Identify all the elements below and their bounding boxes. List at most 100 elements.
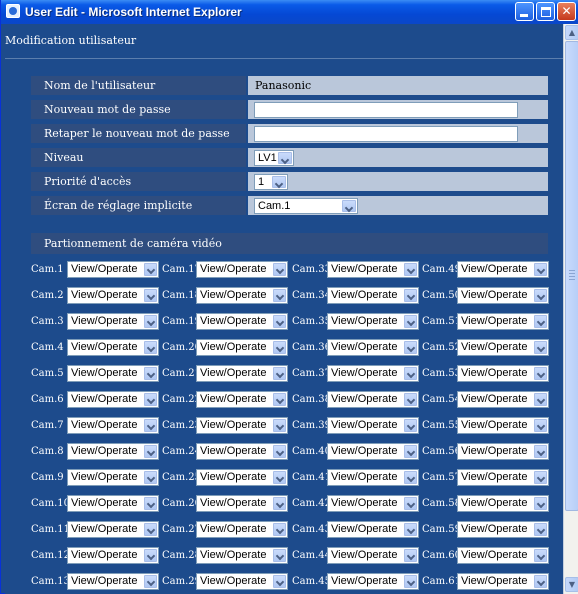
camera-permission-select[interactable]: View/Operate (196, 469, 288, 486)
camera-permission-select[interactable]: View/Operate (196, 547, 288, 564)
camera-label: Cam.61 (422, 576, 461, 587)
close-button[interactable]: ✕ (557, 2, 576, 21)
camera-label: Cam.38 (292, 394, 331, 405)
camera-permission-select[interactable]: View/Operate (67, 521, 159, 538)
camera-permission-select[interactable]: View/Operate (457, 495, 549, 512)
level-value-cell: LV1 (248, 148, 548, 167)
camera-permission-select[interactable]: View/Operate (196, 391, 288, 408)
chevron-down-icon (404, 497, 417, 510)
camera-permission-value: View/Operate (200, 549, 267, 561)
camera-permission-select[interactable]: View/Operate (196, 521, 288, 538)
new-password-row: Nouveau mot de passe (31, 100, 548, 119)
camera-label: Cam.55 (422, 420, 461, 431)
camera-row: Cam.12 View/Operate Cam.28 View/Operate Cam.… (31, 546, 551, 565)
camera-permission-select[interactable]: View/Operate (196, 495, 288, 512)
camera-row: Cam.5 View/Operate Cam.21 View/Operate Cam.3… (31, 364, 551, 383)
default-screen-label: Écran de réglage implicite (31, 196, 246, 215)
camera-permission-select[interactable]: View/Operate (327, 313, 419, 330)
camera-permission-select[interactable]: View/Operate (457, 573, 549, 590)
camera-permission-value: View/Operate (461, 263, 528, 275)
chevron-down-icon (404, 393, 417, 406)
camera-permission-select[interactable]: View/Operate (196, 287, 288, 304)
camera-permission-select[interactable]: View/Operate (67, 443, 159, 460)
camera-permission-select[interactable]: View/Operate (457, 391, 549, 408)
camera-permission-select[interactable]: View/Operate (196, 339, 288, 356)
camera-row: Cam.3 View/Operate Cam.19 View/Operate Cam.3… (31, 312, 551, 331)
retype-password-value-cell (248, 124, 548, 143)
camera-label: Cam.35 (292, 316, 331, 327)
camera-permission-select[interactable]: View/Operate (457, 339, 549, 356)
camera-label: Cam.12 (31, 550, 70, 561)
chevron-down-icon (273, 523, 286, 536)
camera-permission-select[interactable]: View/Operate (327, 391, 419, 408)
camera-permission-select[interactable]: View/Operate (457, 365, 549, 382)
camera-permission-value: View/Operate (200, 471, 267, 483)
retype-password-input[interactable] (254, 126, 518, 142)
camera-permission-select[interactable]: View/Operate (327, 547, 419, 564)
camera-permission-value: View/Operate (71, 445, 138, 457)
priority-select[interactable]: 1 (254, 174, 288, 190)
camera-label: Cam.51 (422, 316, 461, 327)
camera-row: Cam.6 View/Operate Cam.22 View/Operate Cam.3… (31, 390, 551, 409)
camera-permission-select[interactable]: View/Operate (67, 287, 159, 304)
camera-permission-select[interactable]: View/Operate (457, 547, 549, 564)
chevron-down-icon (534, 393, 547, 406)
camera-permission-select[interactable]: View/Operate (327, 365, 419, 382)
header-divider (5, 58, 563, 59)
vertical-scrollbar[interactable]: ▲ ▼ (563, 24, 578, 594)
internet-explorer-icon (6, 4, 20, 18)
camera-label: Cam.45 (292, 576, 331, 587)
camera-permission-select[interactable]: View/Operate (327, 417, 419, 434)
camera-label: Cam.42 (292, 498, 331, 509)
camera-permission-select[interactable]: View/Operate (457, 261, 549, 278)
title-bar[interactable]: User Edit - Microsoft Internet Explorer … (1, 0, 578, 24)
camera-row: Cam.10 View/Operate Cam.26 View/Operate Cam.… (31, 494, 551, 513)
level-select[interactable]: LV1 (254, 150, 294, 166)
camera-label: Cam.3 (31, 316, 64, 327)
camera-permission-select[interactable]: View/Operate (67, 495, 159, 512)
camera-label: Cam.6 (31, 394, 64, 405)
camera-permission-select[interactable]: View/Operate (67, 573, 159, 590)
camera-permission-select[interactable]: View/Operate (196, 313, 288, 330)
camera-permission-select[interactable]: View/Operate (327, 339, 419, 356)
scroll-up-icon[interactable]: ▲ (565, 25, 578, 40)
camera-permission-select[interactable]: View/Operate (67, 365, 159, 382)
camera-permission-select[interactable]: View/Operate (196, 573, 288, 590)
camera-permission-select[interactable]: View/Operate (196, 365, 288, 382)
camera-permission-select[interactable]: View/Operate (327, 287, 419, 304)
camera-permission-select[interactable]: View/Operate (457, 417, 549, 434)
camera-permission-select[interactable]: View/Operate (327, 521, 419, 538)
camera-permission-select[interactable]: View/Operate (67, 313, 159, 330)
camera-permission-select[interactable]: View/Operate (196, 417, 288, 434)
chevron-down-icon (534, 575, 547, 588)
maximize-button[interactable] (536, 2, 555, 21)
camera-permission-select[interactable]: View/Operate (457, 313, 549, 330)
camera-permission-select[interactable]: View/Operate (67, 339, 159, 356)
chevron-down-icon (404, 289, 417, 302)
camera-permission-select[interactable]: View/Operate (457, 287, 549, 304)
camera-permission-select[interactable]: View/Operate (457, 469, 549, 486)
camera-permission-select[interactable]: View/Operate (67, 391, 159, 408)
minimize-button[interactable] (515, 2, 534, 21)
scrollbar-thumb[interactable] (565, 41, 578, 511)
camera-permission-select[interactable]: View/Operate (327, 443, 419, 460)
camera-permission-select[interactable]: View/Operate (457, 521, 549, 538)
camera-permission-select[interactable]: View/Operate (457, 443, 549, 460)
camera-permission-select[interactable]: View/Operate (67, 261, 159, 278)
page-content: Modification utilisateur Nom de l'utilis… (5, 24, 563, 594)
camera-permission-select[interactable]: View/Operate (196, 261, 288, 278)
camera-permission-select[interactable]: View/Operate (67, 417, 159, 434)
level-row: Niveau LV1 (31, 148, 548, 167)
camera-permission-value: View/Operate (71, 575, 138, 587)
default-screen-select[interactable]: Cam.1 (254, 198, 358, 214)
camera-permission-select[interactable]: View/Operate (327, 495, 419, 512)
camera-permission-select[interactable]: View/Operate (196, 443, 288, 460)
scroll-down-icon[interactable]: ▼ (565, 577, 578, 592)
new-password-input[interactable] (254, 102, 518, 118)
camera-permission-select[interactable]: View/Operate (67, 469, 159, 486)
camera-permission-select[interactable]: View/Operate (327, 573, 419, 590)
camera-permission-select[interactable]: View/Operate (67, 547, 159, 564)
camera-label: Cam.60 (422, 550, 461, 561)
camera-permission-select[interactable]: View/Operate (327, 261, 419, 278)
camera-permission-select[interactable]: View/Operate (327, 469, 419, 486)
